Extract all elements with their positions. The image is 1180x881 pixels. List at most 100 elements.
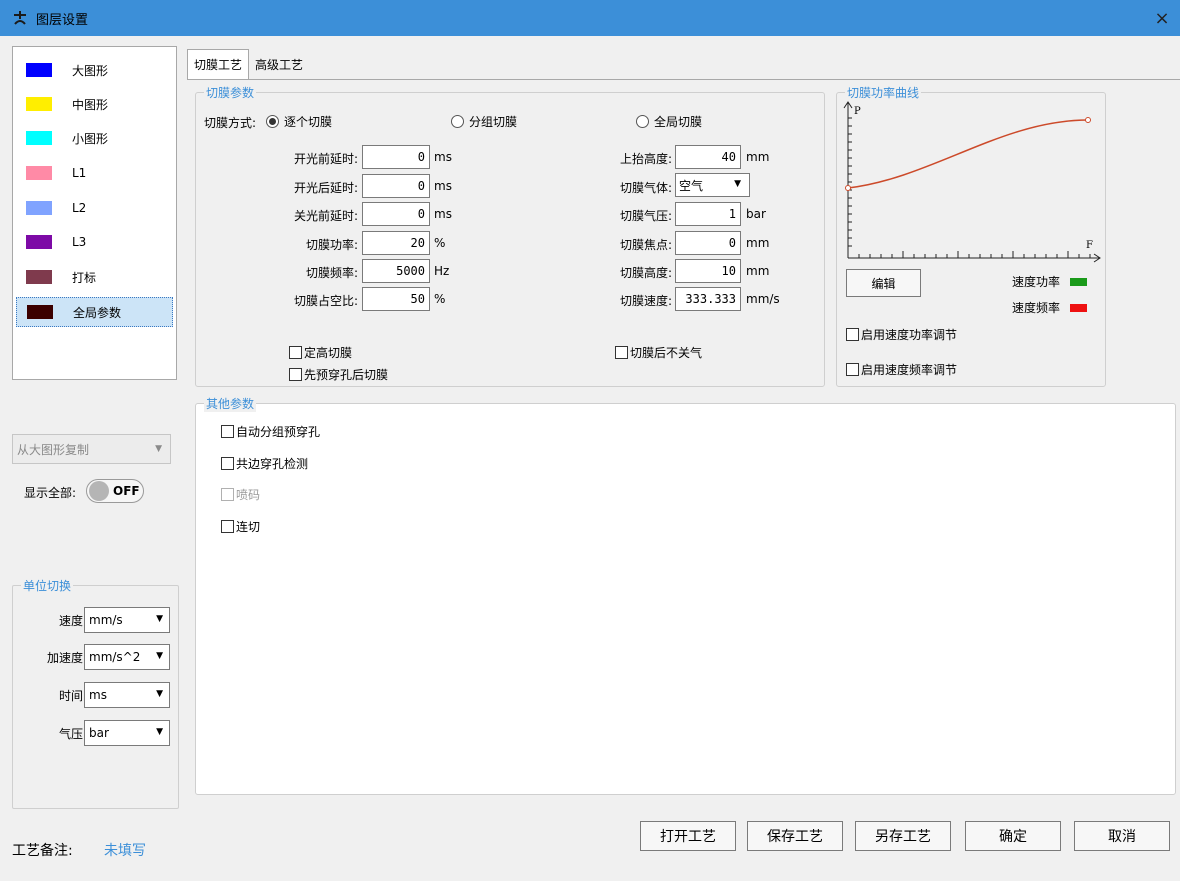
- layer-list: 大图形 中图形 小图形 L1 L2 L3 打标 全局参数: [12, 46, 177, 380]
- process-remark-label: 工艺备注:: [12, 843, 73, 859]
- enable-speed-power-checkbox[interactable]: 启用速度功率调节: [846, 326, 957, 343]
- tab-advanced-process[interactable]: 高级工艺: [249, 49, 309, 79]
- layer-label: 中图形: [72, 97, 109, 112]
- field-label: 开光后延时:: [293, 181, 358, 195]
- field-unit: Hz: [434, 264, 450, 278]
- close-icon[interactable]: ×: [1150, 6, 1174, 30]
- cut-focus-input[interactable]: 0: [675, 231, 741, 255]
- radio-dot: [451, 115, 464, 128]
- field-unit: mm: [746, 264, 770, 278]
- layer-item-global[interactable]: 全局参数: [16, 297, 173, 327]
- radio-group-cut[interactable]: 分组切膜: [451, 113, 517, 130]
- layer-item-medium[interactable]: 中图形: [16, 89, 173, 119]
- pressure-unit-select[interactable]: bar ▼: [84, 720, 170, 746]
- layer-color-swatch: [27, 305, 53, 319]
- cut-speed-input[interactable]: 333.333: [675, 287, 741, 311]
- lift-height-input[interactable]: 40: [675, 145, 741, 169]
- unit-value: ms: [89, 688, 107, 702]
- keep-gas-after-cut-checkbox[interactable]: 切膜后不关气: [615, 344, 702, 361]
- open-process-button[interactable]: 打开工艺: [640, 821, 736, 851]
- unit-label: 时间:: [58, 689, 87, 703]
- checkbox-label: 喷码: [236, 488, 261, 502]
- field-label: 开光前延时:: [293, 152, 358, 166]
- field-unit: mm: [746, 150, 770, 164]
- layer-item-small[interactable]: 小图形: [16, 123, 173, 153]
- radio-label: 分组切膜: [469, 115, 518, 129]
- unit-row-time: 时间: ms ▼: [13, 682, 180, 708]
- layer-color-swatch: [26, 63, 52, 77]
- radio-single-cut[interactable]: 逐个切膜: [266, 113, 332, 130]
- save-process-as-button[interactable]: 另存工艺: [855, 821, 951, 851]
- layer-item-marking[interactable]: 打标: [16, 262, 173, 292]
- layer-color-swatch: [26, 131, 52, 145]
- cut-duty-cycle-input[interactable]: 50: [362, 287, 430, 311]
- edit-curve-button[interactable]: 编辑: [846, 269, 921, 297]
- checkbox-label: 自动分组预穿孔: [236, 425, 321, 439]
- unit-row-speed: 速度: mm/s ▼: [13, 607, 180, 633]
- layer-color-swatch: [26, 270, 52, 284]
- checkbox-box: [221, 488, 234, 501]
- save-process-button[interactable]: 保存工艺: [747, 821, 843, 851]
- acceleration-unit-select[interactable]: mm/s^2 ▼: [84, 644, 170, 670]
- layer-item-large[interactable]: 大图形: [16, 55, 173, 85]
- legend-label: 速度频率: [1012, 301, 1061, 315]
- common-edge-pierce-checkbox[interactable]: 共边穿孔检测: [221, 455, 308, 472]
- open-light-before-delay-input[interactable]: 0: [362, 145, 430, 169]
- legend-label: 速度功率: [1012, 275, 1061, 289]
- inkjet-code-checkbox: 喷码: [221, 486, 260, 503]
- checkbox-box: [289, 368, 302, 381]
- process-remark-value[interactable]: 未填写: [104, 840, 146, 860]
- cut-params-title: 切膜参数: [204, 84, 257, 101]
- unit-label: 气压:: [58, 727, 87, 741]
- checkbox-box: [289, 346, 302, 359]
- cut-mode-label: 切膜方式:: [204, 116, 257, 130]
- chevron-down-icon: ▼: [156, 689, 163, 699]
- layer-item-l3[interactable]: L3: [16, 227, 173, 257]
- chevron-down-icon: ▼: [155, 444, 162, 454]
- tab-cut-process[interactable]: 切膜工艺: [187, 49, 250, 79]
- radio-global-cut[interactable]: 全局切膜: [636, 113, 702, 130]
- layer-item-l2[interactable]: L2: [16, 193, 173, 223]
- cut-height-input[interactable]: 10: [675, 259, 741, 283]
- auto-group-prepierce-checkbox[interactable]: 自动分组预穿孔: [221, 423, 320, 440]
- checkbox-label: 先预穿孔后切膜: [304, 368, 389, 382]
- fixed-height-cut-checkbox[interactable]: 定高切膜: [289, 344, 352, 361]
- time-unit-select[interactable]: ms ▼: [84, 682, 170, 708]
- checkbox-box: [221, 425, 234, 438]
- power-curve-line: [847, 119, 1089, 189]
- copy-from-select[interactable]: 从大图形复制 ▼: [12, 434, 171, 464]
- unit-value: bar: [89, 726, 109, 740]
- checkbox-label: 切膜后不关气: [630, 346, 703, 360]
- cut-pressure-input[interactable]: 1: [675, 202, 741, 226]
- ok-button[interactable]: 确定: [965, 821, 1061, 851]
- radio-dot: [266, 115, 279, 128]
- checkbox-label: 启用速度功率调节: [861, 328, 958, 342]
- unit-row-pressure: 气压: bar ▼: [13, 720, 180, 746]
- layer-label: 大图形: [72, 63, 109, 78]
- layer-label: L2: [72, 201, 87, 215]
- layer-label: 打标: [72, 270, 97, 285]
- field-label: 切膜占空比:: [293, 294, 358, 308]
- field-label: 切膜频率:: [305, 266, 358, 280]
- show-all-toggle[interactable]: OFF: [86, 479, 144, 503]
- speed-unit-select[interactable]: mm/s ▼: [84, 607, 170, 633]
- checkbox-label: 启用速度频率调节: [861, 363, 958, 377]
- close-light-before-delay-input[interactable]: 0: [362, 202, 430, 226]
- layer-item-l1[interactable]: L1: [16, 158, 173, 188]
- cut-frequency-input[interactable]: 5000: [362, 259, 430, 283]
- layer-color-swatch: [26, 97, 52, 111]
- unit-value: mm/s: [89, 613, 123, 627]
- open-light-after-delay-input[interactable]: 0: [362, 174, 430, 198]
- field-unit: %: [434, 236, 446, 250]
- field-label: 上抬高度:: [619, 152, 672, 166]
- cut-gas-select[interactable]: 空气 ▼: [675, 173, 750, 197]
- field-label: 切膜焦点:: [619, 238, 672, 252]
- power-curve-chart: P F: [843, 101, 1101, 263]
- cut-power-input[interactable]: 20: [362, 231, 430, 255]
- enable-speed-frequency-checkbox[interactable]: 启用速度频率调节: [846, 361, 957, 378]
- layer-label: L1: [72, 166, 87, 180]
- continuous-cut-checkbox[interactable]: 连切: [221, 518, 260, 535]
- prepierce-first-checkbox[interactable]: 先预穿孔后切膜: [289, 366, 388, 383]
- cancel-button[interactable]: 取消: [1074, 821, 1170, 851]
- field-unit: mm/s: [746, 292, 780, 306]
